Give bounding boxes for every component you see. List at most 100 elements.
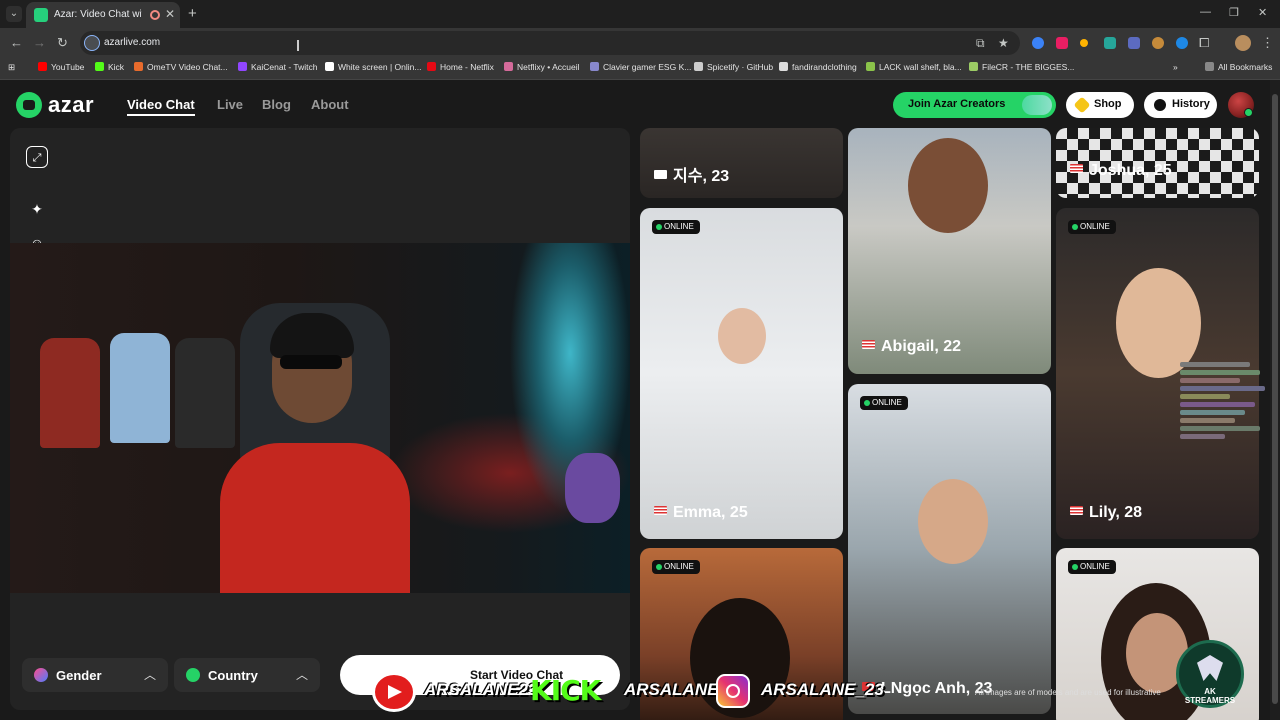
nav-live[interactable]: Live: [217, 97, 243, 112]
tab-search-icon[interactable]: ⌄: [6, 6, 22, 22]
restore-icon[interactable]: ❐: [1229, 6, 1239, 19]
bookmark-favicon-icon: [504, 62, 513, 71]
minimize-icon[interactable]: —: [1200, 6, 1211, 18]
bookmark-item[interactable]: YouTube: [38, 62, 84, 72]
address-bar[interactable]: azarlive.com ⧉ ★: [80, 31, 1020, 55]
bookmark-label: fandirandclothing: [792, 62, 857, 72]
site-info-icon[interactable]: [84, 35, 100, 51]
extensions-puzzle-icon[interactable]: ⧠: [1199, 35, 1209, 51]
extension-icon[interactable]: [1032, 37, 1044, 49]
history-button[interactable]: History: [1144, 92, 1217, 118]
chevron-up-icon: ︿: [143, 668, 156, 682]
profile-name-text: Abigail, 22: [881, 338, 962, 355]
youtube-handle: ARSALANE23: [424, 680, 538, 699]
gem-icon: [1073, 96, 1091, 114]
online-badge: ONLINE: [652, 560, 700, 574]
bookmark-favicon-icon: [134, 62, 143, 71]
extension-icon[interactable]: [1080, 39, 1088, 47]
online-badge: ONLINE: [652, 220, 700, 234]
country-filter-button[interactable]: Country ︿: [174, 658, 320, 692]
browser-tab[interactable]: Azar: Video Chat with New ✕: [26, 2, 180, 28]
country-flag-icon: [1070, 506, 1083, 515]
nav-video-chat[interactable]: Video Chat: [127, 97, 195, 112]
streamer-logo: AK STREAMERS: [1176, 640, 1244, 708]
profile-card[interactable]: Joshua, 25: [1056, 128, 1259, 198]
profile-card[interactable]: ONLINE Emma, 25: [640, 208, 843, 539]
bookmark-label: Netflixy • Accueil: [517, 62, 580, 72]
profile-avatar[interactable]: [1235, 35, 1251, 51]
bookmark-label: Spicetify · GitHub: [707, 62, 774, 72]
bookmark-favicon-icon: [866, 62, 875, 71]
extension-icon[interactable]: [1056, 37, 1068, 49]
bookmark-star-icon[interactable]: ★: [998, 36, 1009, 50]
more-bookmarks-icon[interactable]: »: [1173, 62, 1178, 72]
sparkle-effects-icon[interactable]: ✦: [26, 198, 48, 220]
bookmark-label: White screen | Onlin...: [338, 62, 422, 72]
bookmark-item[interactable]: Home - Netflix: [427, 62, 494, 72]
bookmark-favicon-icon: [38, 62, 47, 71]
expand-icon[interactable]: ⤢: [26, 146, 48, 168]
bookmark-item[interactable]: Netflixy • Accueil: [504, 62, 580, 72]
bookmark-label: Kick: [108, 62, 125, 72]
youtube-icon: [372, 672, 416, 712]
profile-photo: [918, 479, 988, 564]
new-tab-icon[interactable]: +: [188, 5, 197, 22]
azar-logo-text[interactable]: azar: [48, 92, 94, 118]
extension-icon[interactable]: [1104, 37, 1116, 49]
extension-icon[interactable]: [1176, 37, 1188, 49]
plush-toy: [565, 453, 620, 523]
image-disclaimer: All images are of models and are used fo…: [975, 688, 1161, 697]
globe-icon: [186, 668, 200, 682]
gender-filter-button[interactable]: Gender ︿: [22, 658, 168, 692]
close-window-icon[interactable]: ✕: [1258, 6, 1267, 19]
extension-icon[interactable]: [1128, 37, 1140, 49]
bookmark-item[interactable]: FileCR - THE BIGGES...: [969, 62, 1074, 72]
bookmark-favicon-icon: [694, 62, 703, 71]
shop-button[interactable]: Shop: [1066, 92, 1134, 118]
bookmark-item[interactable]: OmeTV Video Chat...: [134, 62, 228, 72]
profile-card[interactable]: Abigail, 22: [848, 128, 1051, 374]
bookmark-item[interactable]: LACK wall shelf, bla...: [866, 62, 962, 72]
azar-logo-icon[interactable]: [16, 92, 42, 118]
nav-blog[interactable]: Blog: [262, 97, 291, 112]
menu-kebab-icon[interactable]: ⋮: [1261, 35, 1274, 51]
close-tab-icon[interactable]: ✕: [165, 7, 175, 21]
streamer-logo-text: AK STREAMERS: [1184, 687, 1236, 705]
bookmark-item[interactable]: fandirandclothing: [779, 62, 857, 72]
screen: ⌄ Azar: Video Chat with New ✕ + — ❐ ✕ ← …: [0, 0, 1280, 720]
bookmark-item[interactable]: Spicetify · GitHub: [694, 62, 773, 72]
bookmark-favicon-icon: [779, 62, 788, 71]
online-status-dot: [1244, 108, 1253, 117]
video-panel: ⤢ ✦ ☺: [10, 128, 630, 710]
creators-decoration-icon: [1022, 95, 1052, 115]
profile-name: Joshua, 25: [1070, 162, 1172, 180]
clock-icon: [1154, 99, 1166, 111]
bookmark-item[interactable]: KaiCenat - Twitch: [238, 62, 317, 72]
bookmark-item[interactable]: White screen | Onlin...: [325, 62, 421, 72]
install-app-icon[interactable]: ⧉: [976, 36, 985, 51]
online-badge: ONLINE: [1068, 560, 1116, 574]
profile-card[interactable]: 지수, 23: [640, 128, 843, 198]
url-text[interactable]: azarlive.com: [104, 37, 160, 48]
gender-icon: [34, 668, 48, 682]
online-badge: ONLINE: [860, 396, 908, 410]
forward-icon[interactable]: →: [33, 35, 46, 50]
apps-grid-icon[interactable]: ⊞: [8, 62, 15, 73]
bookmark-item[interactable]: Kick: [95, 62, 124, 72]
history-label: History: [1172, 98, 1210, 110]
back-icon[interactable]: ←: [10, 35, 23, 50]
browser-tabstrip: ⌄ Azar: Video Chat with New ✕ + — ❐ ✕: [0, 0, 1280, 28]
jersey-decoration: [110, 333, 170, 443]
extension-icon[interactable]: [1152, 37, 1164, 49]
profile-name-text: Lily, 28: [1089, 504, 1143, 521]
country-flag-icon: [1070, 164, 1083, 173]
recording-icon: [150, 10, 160, 20]
join-creators-button[interactable]: Join Azar Creators: [893, 92, 1056, 118]
bookmark-label: LACK wall shelf, bla...: [879, 62, 962, 72]
all-bookmarks[interactable]: All Bookmarks: [1205, 62, 1272, 72]
reload-icon[interactable]: ↻: [57, 35, 68, 51]
bookmark-item[interactable]: Clavier gamer ESG K...: [590, 62, 691, 72]
profile-card[interactable]: ONLINE LNgọc Anh, 23: [848, 384, 1051, 714]
nav-about[interactable]: About: [311, 97, 349, 112]
profile-name: Lily, 28: [1070, 504, 1142, 522]
